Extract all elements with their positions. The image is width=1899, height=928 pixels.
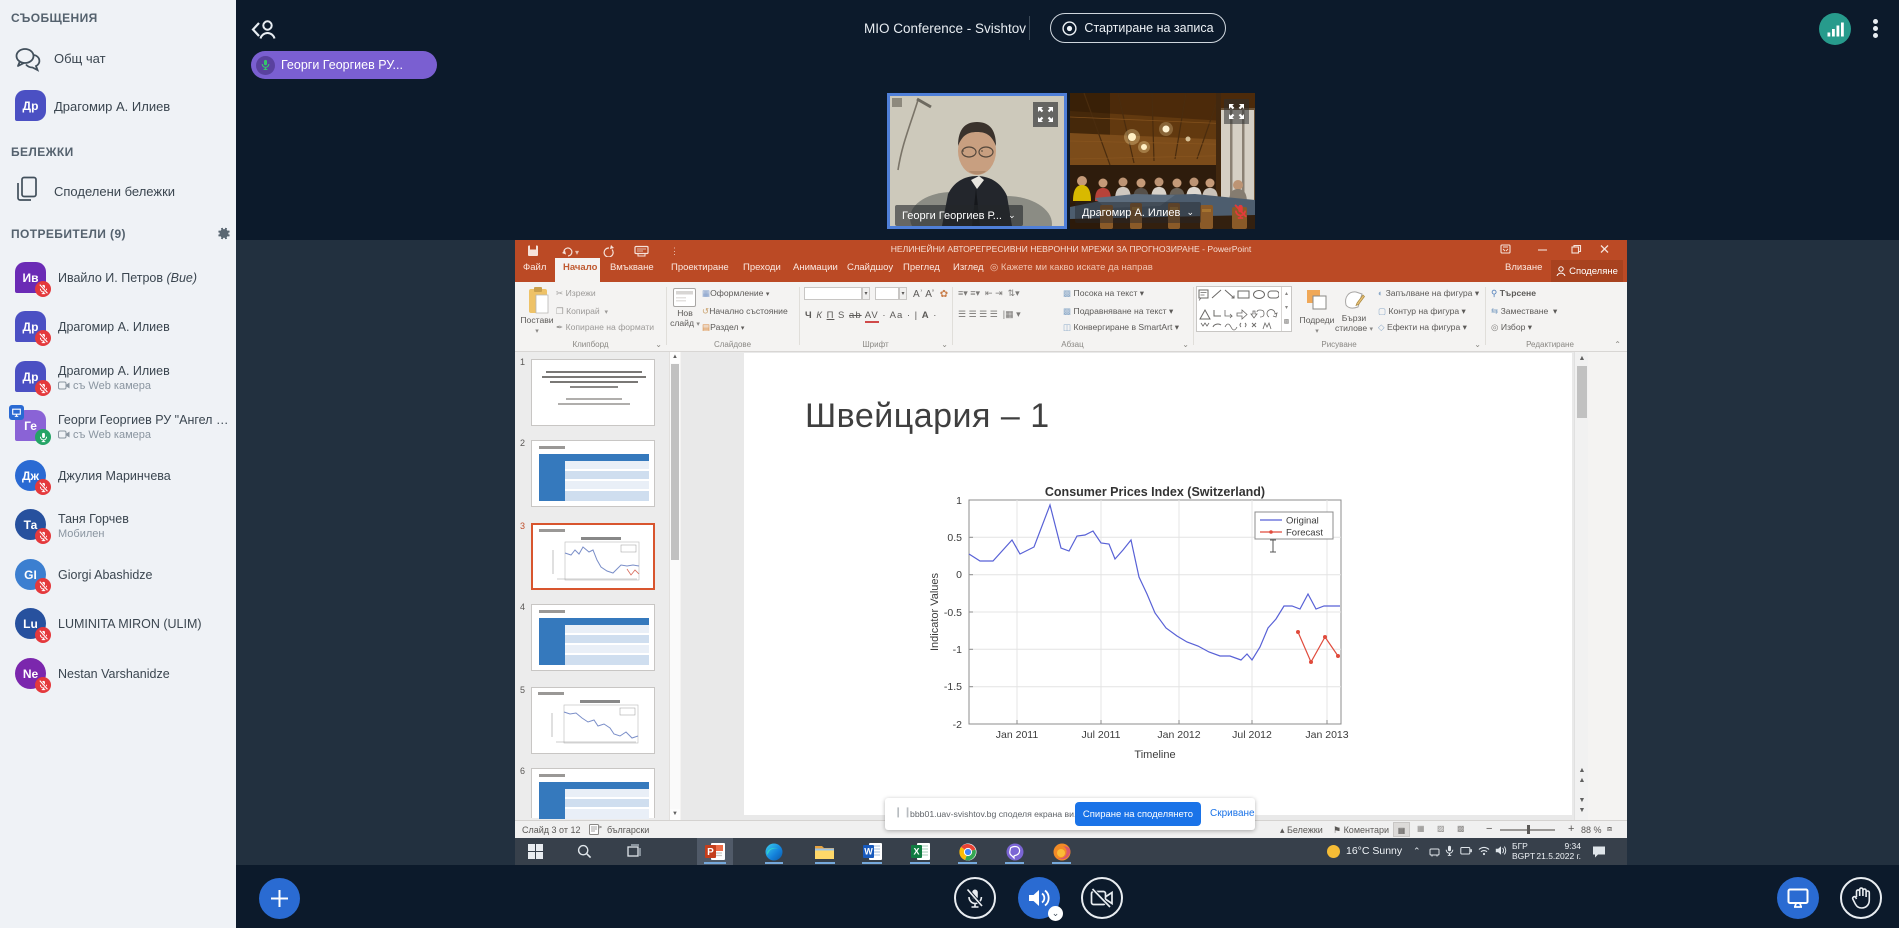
svg-text:0: 0 (956, 569, 962, 581)
svg-text:Jan 2013: Jan 2013 (1305, 729, 1348, 741)
svg-text:Consumer Prices Index (Switzer: Consumer Prices Index (Switzerland) (1045, 485, 1265, 499)
svg-text:Jan 2012: Jan 2012 (1157, 729, 1200, 741)
svg-text:1: 1 (956, 495, 962, 507)
svg-text:W: W (864, 847, 873, 857)
svg-text:Original: Original (1286, 516, 1319, 527)
svg-text:Forecast: Forecast (1286, 528, 1323, 539)
svg-text:-1: -1 (953, 644, 962, 656)
svg-text:-1.5: -1.5 (944, 681, 962, 693)
svg-text:-2: -2 (953, 719, 962, 731)
svg-text:Indicator Values: Indicator Values (929, 572, 941, 651)
svg-text:Timeline: Timeline (1134, 749, 1175, 761)
svg-text:-0.5: -0.5 (944, 607, 962, 619)
svg-text:P: P (707, 847, 714, 858)
svg-text:X: X (913, 847, 919, 857)
svg-text:0.5: 0.5 (947, 532, 962, 544)
svg-text:Jul 2011: Jul 2011 (1082, 729, 1121, 741)
svg-text:Jan 2011: Jan 2011 (996, 729, 1039, 741)
svg-text:Jul 2012: Jul 2012 (1232, 729, 1272, 741)
